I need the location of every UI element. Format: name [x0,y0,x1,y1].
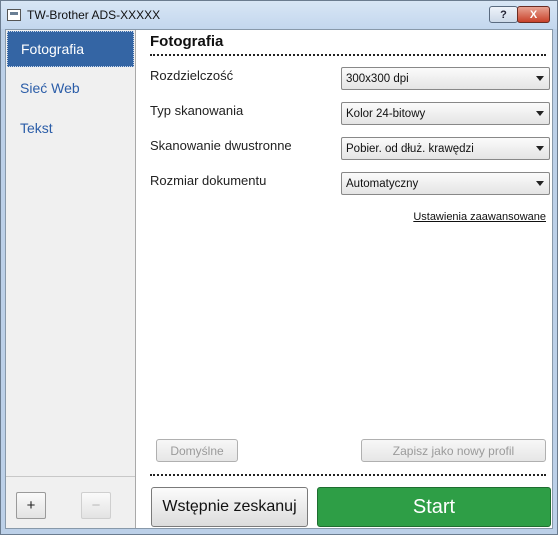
chevron-down-icon [536,146,544,151]
document-size-value: Automatyczny [346,178,419,190]
resolution-value: 300x300 dpi [346,73,409,85]
title-divider [150,54,546,56]
resolution-select[interactable]: 300x300 dpi [341,67,550,90]
default-button[interactable]: Domyślne [156,439,238,462]
duplex-select[interactable]: Pobier. od dłuż. krawędzi [341,137,550,160]
client-area: Fotografia Sieć Web Tekst + − Fotografia… [5,29,553,529]
start-button[interactable]: Start [317,487,551,527]
close-button[interactable]: X [517,6,550,23]
chevron-down-icon [536,111,544,116]
scan-type-label: Typ skanowania [150,103,244,118]
prescan-button[interactable]: Wstępnie zeskanuj [151,487,308,527]
scanner-app-icon [7,9,21,21]
bottom-divider [150,474,546,476]
advanced-settings-link[interactable]: Ustawienia zaawansowane [413,211,546,223]
profile-sidebar: Fotografia Sieć Web Tekst + − [6,30,136,528]
save-profile-button[interactable]: Zapisz jako nowy profil [361,439,546,462]
sidebar-item-siec-web[interactable]: Sieć Web [7,71,134,107]
duplex-label: Skanowanie dwustronne [150,138,292,153]
window-title: TW-Brother ADS-XXXXX [27,8,161,22]
scan-type-value: Kolor 24-bitowy [346,108,426,120]
add-profile-button[interactable]: + [16,492,46,519]
duplex-value: Pobier. od dłuż. krawędzi [346,143,474,155]
help-button[interactable]: ? [489,6,518,23]
settings-panel: Fotografia Rozdzielczość 300x300 dpi Typ… [136,30,552,528]
chevron-down-icon [536,76,544,81]
app-window: TW-Brother ADS-XXXXX ? X Fotografia Sieć… [0,0,558,535]
document-size-label: Rozmiar dokumentu [150,173,267,188]
remove-profile-button[interactable]: − [81,492,111,519]
chevron-down-icon [536,181,544,186]
sidebar-item-tekst[interactable]: Tekst [7,111,134,147]
resolution-label: Rozdzielczość [150,68,234,83]
sidebar-divider [6,476,135,477]
title-bar[interactable]: TW-Brother ADS-XXXXX ? X [1,1,557,29]
document-size-select[interactable]: Automatyczny [341,172,550,195]
scan-type-select[interactable]: Kolor 24-bitowy [341,102,550,125]
sidebar-item-fotografia[interactable]: Fotografia [7,31,134,67]
page-title: Fotografia [150,33,224,50]
